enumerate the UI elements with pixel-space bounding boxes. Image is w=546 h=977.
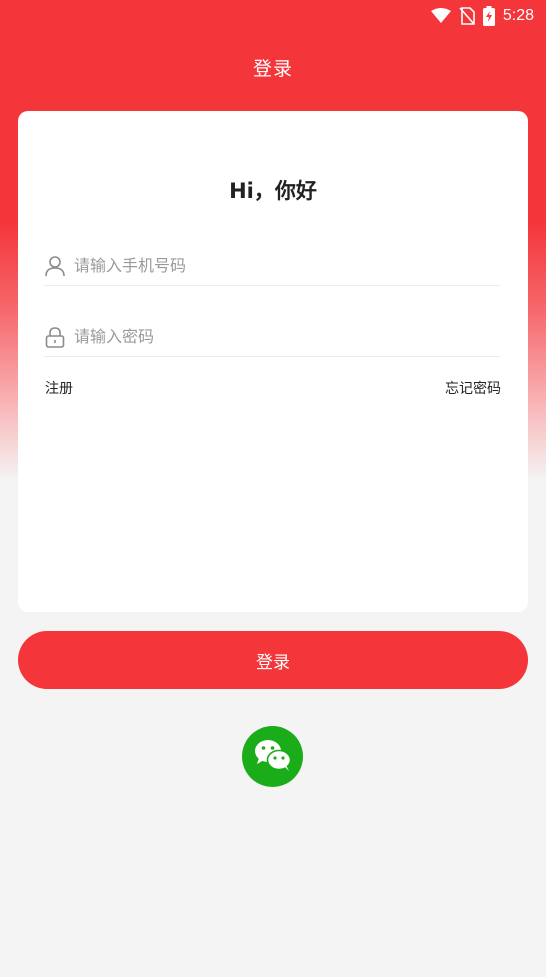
login-button[interactable]: 登录 [18, 631, 528, 689]
greeting-text: Hi，你好 [229, 179, 317, 203]
login-card: Hi，你好 注册 忘记密码 [18, 111, 528, 612]
battery-charging-icon [482, 6, 495, 26]
forgot-password-link[interactable]: 忘记密码 [445, 378, 501, 398]
register-link[interactable]: 注册 [45, 378, 73, 398]
wechat-icon [253, 738, 293, 776]
user-icon [44, 254, 66, 278]
status-time: 5:28 [502, 7, 534, 24]
wechat-login-button[interactable] [242, 726, 303, 787]
status-bar: 5:28 [0, 0, 546, 32]
password-input[interactable] [74, 327, 500, 346]
phone-input[interactable] [74, 256, 500, 275]
no-sim-icon [459, 7, 475, 25]
phone-field[interactable] [44, 246, 500, 286]
page-title: 登录 [252, 58, 293, 80]
password-field[interactable] [44, 317, 500, 357]
lock-icon [44, 325, 66, 349]
wifi-icon [430, 8, 451, 24]
